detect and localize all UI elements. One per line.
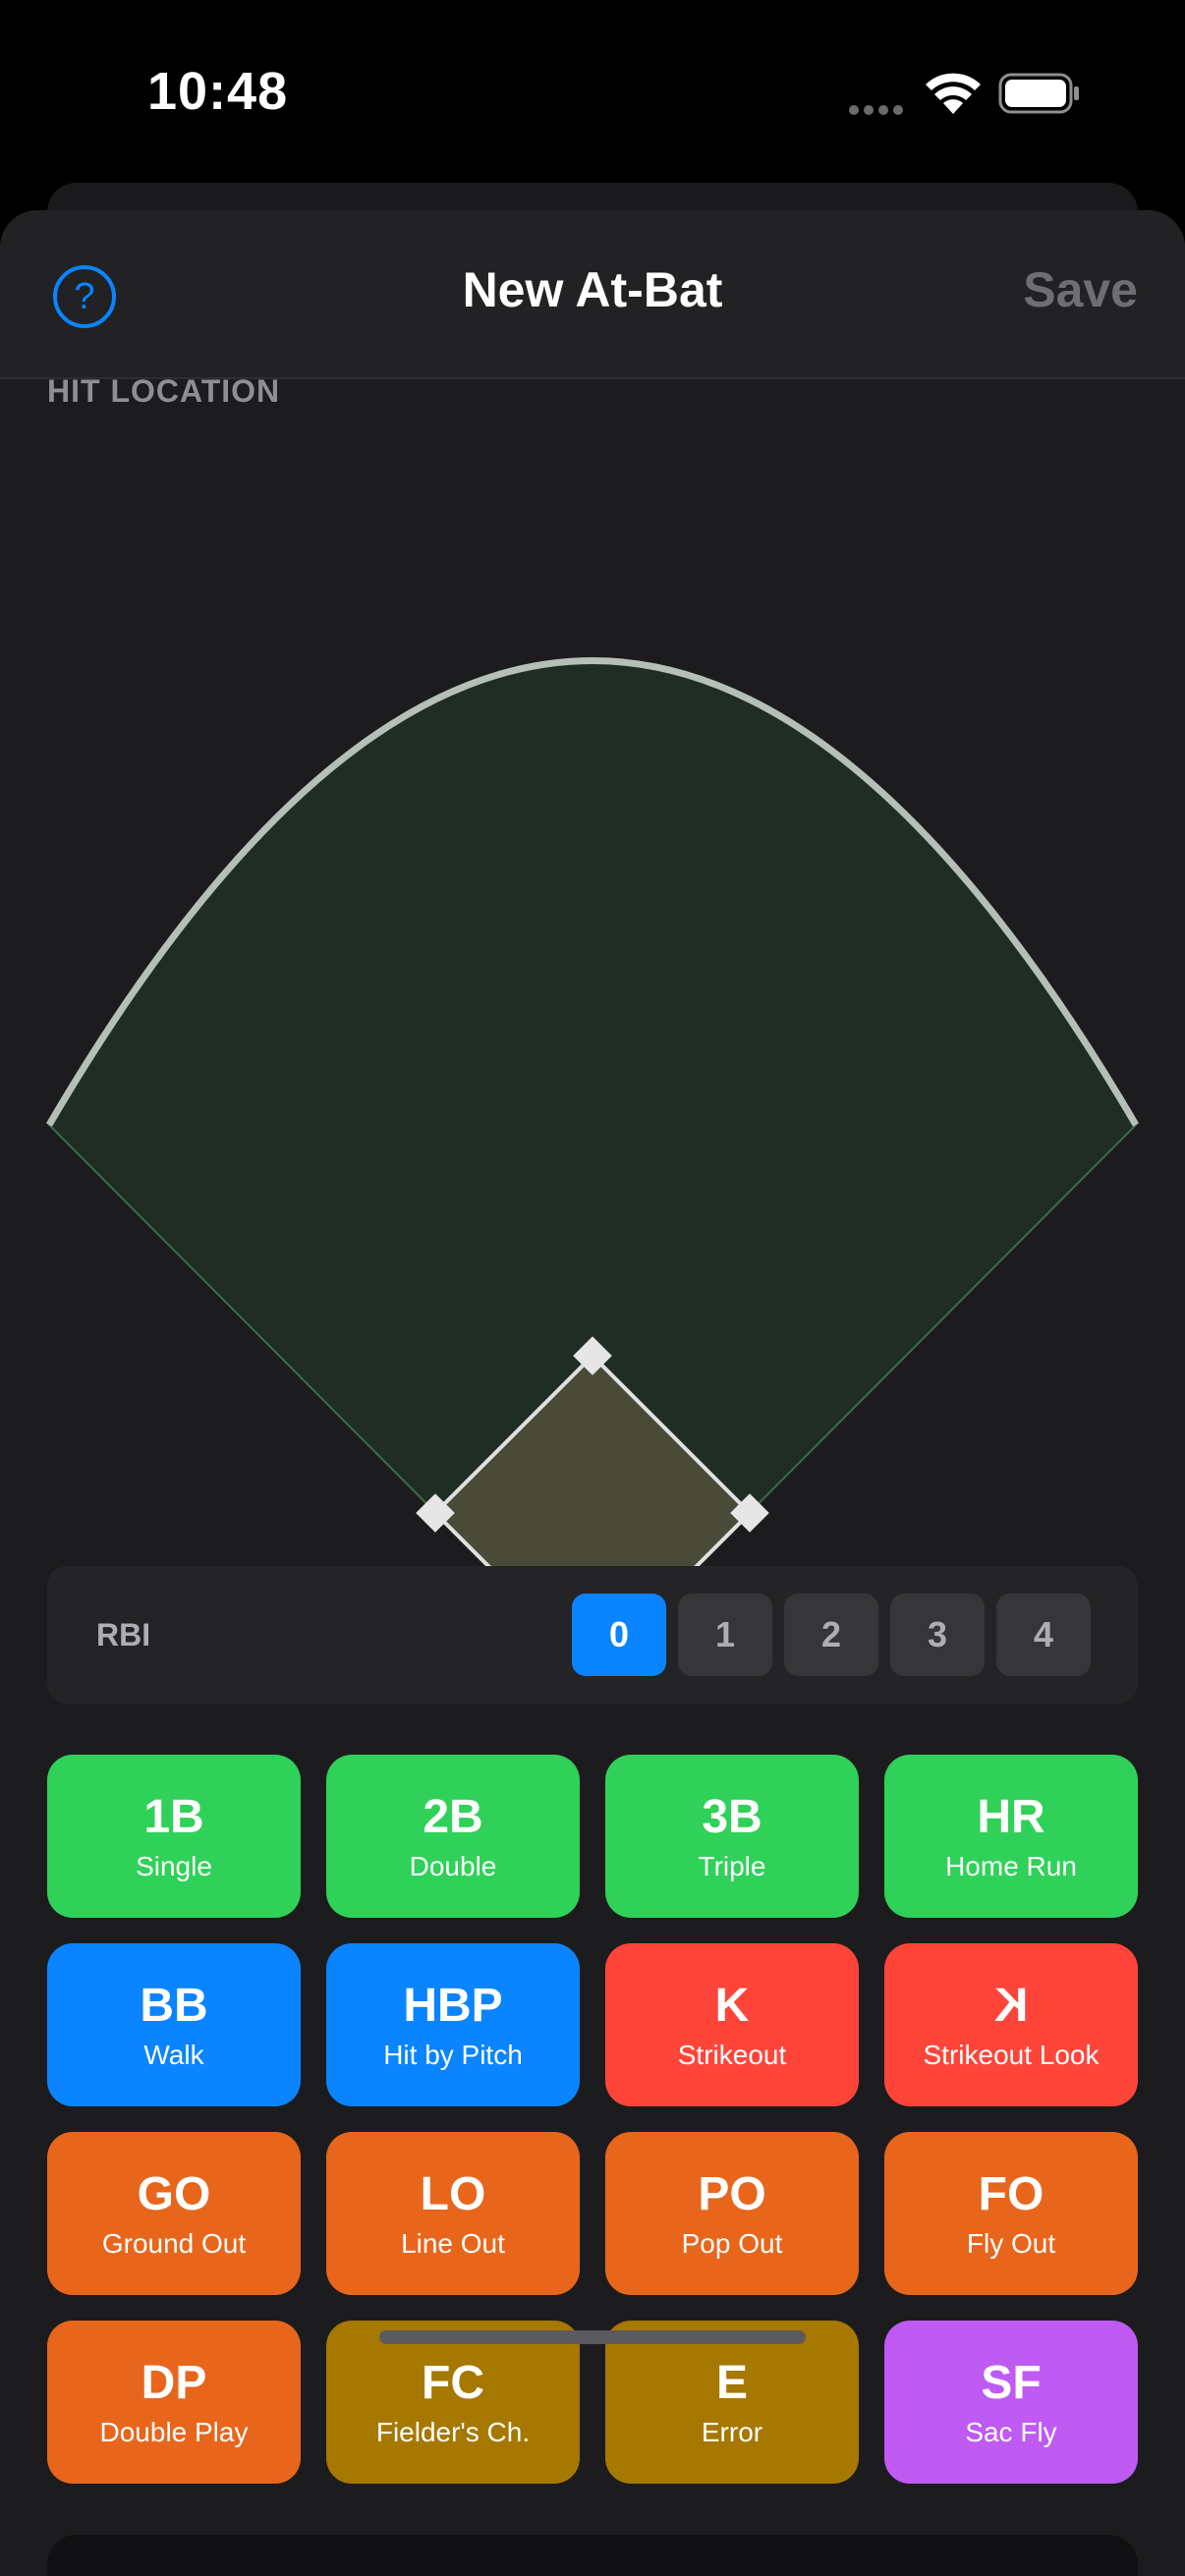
save-button[interactable]: Save [1023, 261, 1138, 318]
hit-location-label: HIT LOCATION [47, 373, 281, 409]
outcome-code: HBP [403, 1980, 503, 2032]
outcome-hit-by-pitch-button[interactable]: HBP Hit by Pitch [326, 1943, 580, 2106]
outcome-code: DP [141, 2357, 207, 2409]
wifi-icon [926, 73, 981, 114]
outcome-label: Single [136, 1851, 212, 1881]
outcome-label: Fielder's Ch. [375, 2417, 531, 2447]
outcome-label: Fly Out [966, 2228, 1056, 2259]
outcome-fielders-choice-button[interactable]: FC Fielder's Ch. [326, 2321, 580, 2484]
outcome-label: Double Play [99, 2417, 249, 2447]
outcome-walk-button[interactable]: BB Walk [47, 1943, 301, 2106]
cellular-signal-icon [849, 102, 908, 115]
rbi-label: RBI [96, 1617, 151, 1652]
outcome-code: 3B [702, 1791, 762, 1843]
outcome-code: HR [977, 1791, 1045, 1843]
rbi-segmented-control: 0 1 2 3 4 [572, 1594, 1091, 1676]
outcome-label: Ground Out [101, 2228, 247, 2259]
page-title: New At-Bat [462, 262, 723, 317]
outcome-grid: 1B Single 2B Double 3B Triple HR Home Ru… [47, 1755, 1138, 2484]
outcome-label: Walk [143, 2040, 204, 2070]
outcome-label: Pop Out [681, 2228, 783, 2259]
outcome-code: SF [981, 2357, 1042, 2409]
rbi-selector: RBI 0 1 2 3 4 [47, 1566, 1138, 1704]
outcome-label: Hit by Pitch [383, 2040, 523, 2070]
notes-section-card [47, 2535, 1138, 2576]
outcome-strikeout-looking-button[interactable]: K Strikeout Look [884, 1943, 1138, 2106]
outcome-label: Home Run [945, 1851, 1077, 1881]
outcome-code: BB [140, 1980, 208, 2032]
outcome-label: Sac Fly [965, 2417, 1057, 2447]
outcome-triple-button[interactable]: 3B Triple [605, 1755, 859, 1918]
battery-icon [998, 73, 1079, 114]
outcome-single-button[interactable]: 1B Single [47, 1755, 301, 1918]
outcome-code: LO [420, 2168, 486, 2220]
outcome-label: Triple [698, 1851, 766, 1881]
outcome-fly-out-button[interactable]: FO Fly Out [884, 2132, 1138, 2295]
outcome-strikeout-button[interactable]: K Strikeout [605, 1943, 859, 2106]
outcome-line-out-button[interactable]: LO Line Out [326, 2132, 580, 2295]
outcome-double-play-button[interactable]: DP Double Play [47, 2321, 301, 2484]
outcome-code: FO [978, 2168, 1044, 2220]
outcome-label: Line Out [401, 2228, 505, 2259]
home-indicator[interactable] [379, 2330, 806, 2344]
outcome-label: Error [701, 2417, 763, 2447]
hit-location-field[interactable] [0, 420, 1185, 1698]
outcome-code: K [714, 1980, 750, 2032]
outcome-pop-out-button[interactable]: PO Pop Out [605, 2132, 859, 2295]
rbi-option-3[interactable]: 3 [890, 1594, 985, 1676]
rbi-option-0[interactable]: 0 [572, 1594, 666, 1676]
outcome-label: Double [409, 1851, 497, 1881]
rbi-option-2[interactable]: 2 [784, 1594, 878, 1676]
outcome-sac-fly-button[interactable]: SF Sac Fly [884, 2321, 1138, 2484]
status-bar: 10:48 [0, 0, 1185, 187]
navigation-bar: ? New At-Bat Save [0, 210, 1185, 379]
outcome-code-mirrored: K [993, 1980, 1029, 2032]
outcome-ground-out-button[interactable]: GO Ground Out [47, 2132, 301, 2295]
outcome-code: PO [698, 2168, 766, 2220]
outcome-code: GO [137, 2168, 211, 2220]
rbi-option-1[interactable]: 1 [678, 1594, 772, 1676]
outcome-label: Strikeout [677, 2040, 787, 2070]
status-time: 10:48 [147, 62, 289, 121]
new-at-bat-sheet: ? New At-Bat Save HIT LOCATION RBI 0 1 2… [0, 210, 1185, 2576]
outcome-code: 2B [423, 1791, 483, 1843]
outcome-code: 1B [143, 1791, 204, 1843]
outcome-home-run-button[interactable]: HR Home Run [884, 1755, 1138, 1918]
outcome-double-button[interactable]: 2B Double [326, 1755, 580, 1918]
outcome-error-button[interactable]: E Error [605, 2321, 859, 2484]
outcome-label: Strikeout Look [923, 2040, 1100, 2070]
rbi-option-4[interactable]: 4 [996, 1594, 1091, 1676]
